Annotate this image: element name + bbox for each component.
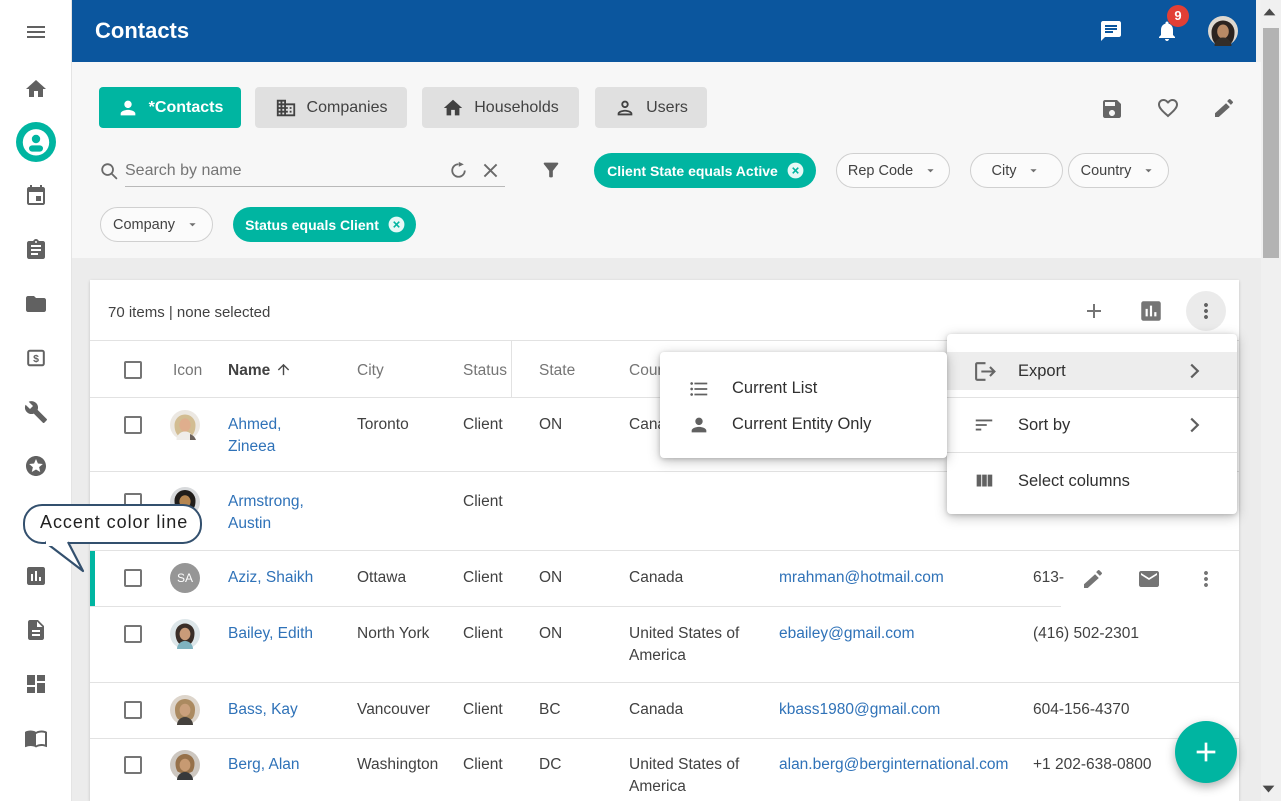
svg-text:$: $ — [33, 353, 39, 365]
